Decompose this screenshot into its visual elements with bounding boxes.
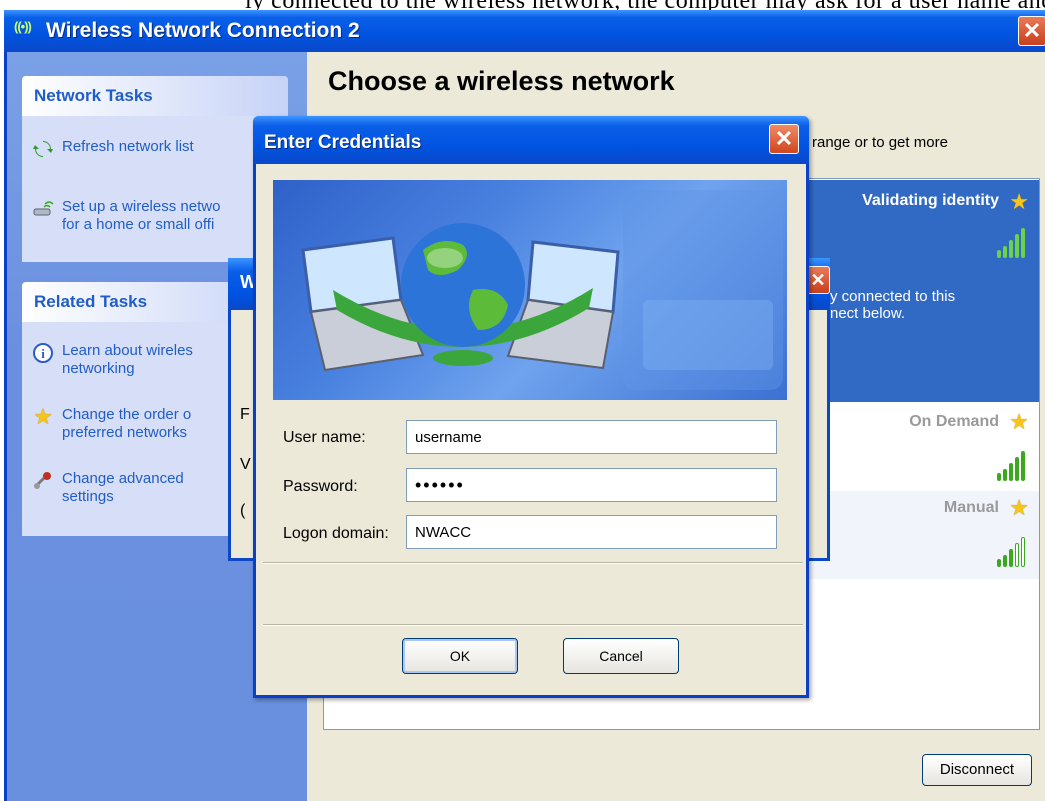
background-dialog-close-button[interactable]: ✕: [806, 266, 830, 294]
signal-strength-icon: [997, 447, 1025, 481]
network-banner-image: [273, 180, 787, 400]
learn-wireless-link[interactable]: i Learn about wireles networking: [32, 342, 193, 378]
refresh-network-list-link[interactable]: Refresh network list: [32, 138, 194, 160]
refresh-network-list-label: Refresh network list: [62, 138, 194, 155]
info-icon: i: [32, 342, 54, 364]
svg-text:i: i: [41, 346, 45, 361]
logon-domain-input[interactable]: [406, 515, 777, 549]
wireless-setup-icon: [32, 198, 54, 220]
network-status: Validating identity: [862, 192, 999, 209]
username-label: User name:: [283, 429, 366, 446]
change-advanced-settings-label: Change advanced settings: [62, 470, 184, 505]
refresh-icon: [32, 138, 54, 160]
cancel-button[interactable]: Cancel: [563, 638, 679, 674]
change-advanced-settings-link[interactable]: Change advanced settings: [32, 470, 184, 506]
signal-strength-icon: [997, 222, 1025, 258]
star-icon: ★: [1009, 189, 1029, 214]
background-dialog-text: V: [240, 456, 251, 473]
network-tasks-header: Network Tasks: [22, 76, 288, 116]
credentials-close-button[interactable]: ✕: [769, 124, 799, 154]
setup-wireless-network-label: Set up a wireless netwo for a home or sm…: [62, 198, 221, 233]
signal-strength-icon: [997, 533, 1025, 567]
network-tasks-panel: Network Tasks Refresh network list Set u…: [22, 76, 288, 262]
star-icon: ★: [1009, 495, 1029, 520]
settings-icon: [32, 470, 54, 492]
main-close-button[interactable]: ✕: [1018, 16, 1045, 46]
background-dialog-text: (: [240, 502, 246, 519]
change-order-label: Change the order o preferred networks: [62, 406, 192, 441]
background-dialog-text: F: [240, 406, 250, 423]
logon-domain-label: Logon domain:: [283, 525, 389, 542]
star-icon: ★: [1009, 409, 1029, 434]
intro-text: range or to get more: [812, 134, 948, 151]
star-icon: ★: [33, 404, 53, 429]
disconnect-button[interactable]: Disconnect: [922, 754, 1032, 786]
network-status: Manual: [943, 499, 999, 516]
network-status: On Demand: [909, 413, 999, 430]
setup-wireless-network-link[interactable]: Set up a wireless netwo for a home or sm…: [32, 198, 220, 234]
ok-button[interactable]: OK: [402, 638, 518, 674]
divider: [263, 562, 803, 564]
credentials-title: Enter Credentials: [264, 132, 422, 153]
window-title: Wireless Network Connection 2: [46, 19, 360, 42]
username-input[interactable]: [406, 420, 777, 454]
password-input[interactable]: ••••••: [406, 468, 777, 502]
change-order-link[interactable]: ★ Change the order o preferred networks: [32, 406, 191, 442]
learn-wireless-label: Learn about wireles networking: [62, 342, 193, 377]
password-label: Password:: [283, 478, 358, 495]
network-detail: y connected to this nect below.: [830, 288, 956, 322]
wireless-icon: ((•)): [14, 19, 32, 34]
page-title: Choose a wireless network: [328, 66, 675, 96]
divider: [263, 624, 803, 626]
globe-icon: [401, 223, 525, 347]
